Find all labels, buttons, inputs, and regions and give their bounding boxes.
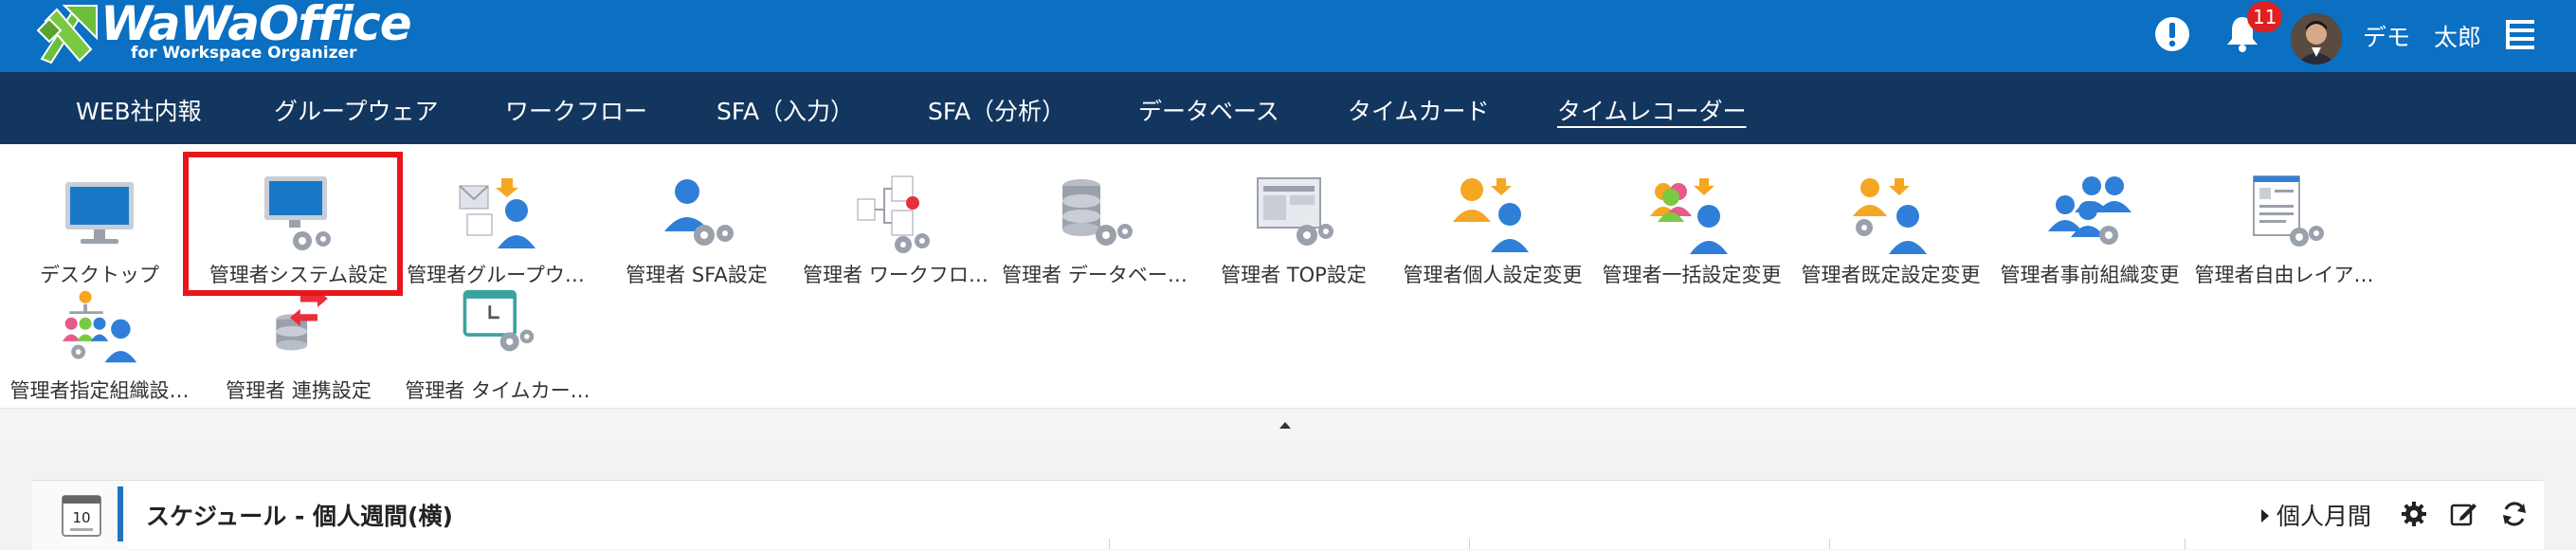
edit-icon[interactable] — [2449, 500, 2477, 528]
nav-item-database[interactable]: データベース — [1138, 93, 1279, 127]
nav-item-workflow[interactable]: ワークフロー — [505, 93, 647, 127]
refresh-icon[interactable] — [2500, 500, 2529, 528]
user-name[interactable]: デモ 太郎 — [2363, 19, 2481, 53]
org-change-icon — [2048, 176, 2132, 245]
caret-up-icon[interactable] — [1279, 422, 1291, 429]
monthly-view-link[interactable]: 個人月間 — [2261, 498, 2371, 532]
calendar-icon: 10 — [62, 495, 101, 537]
avatar[interactable] — [2291, 13, 2342, 64]
card-accent-bar — [118, 486, 123, 541]
tile-admin-personal-settings[interactable]: 管理者個人設定変更 — [1393, 173, 1592, 286]
panel-collapse-bar[interactable] — [0, 408, 2576, 440]
monthly-view-label: 個人月間 — [2277, 503, 2372, 530]
app-header: WaWaOffice for Workspace Organizer 11 デモ… — [0, 0, 2576, 72]
tile-label: デスクトップ — [40, 264, 159, 286]
calendar-day: 10 — [72, 509, 90, 526]
tile-admin-org-designate[interactable]: 管理者指定組織設… — [0, 288, 199, 402]
workflow-admin-icon — [857, 175, 930, 253]
tile-label: 管理者 ワークフロ… — [803, 264, 989, 286]
tile-admin-org-change[interactable]: 管理者事前組織変更 — [1990, 173, 2189, 286]
nav-item-sfa-input[interactable]: SFA（入力） — [717, 93, 854, 127]
tile-admin-free-layout[interactable]: 管理者自由レイア… — [2185, 173, 2384, 286]
tile-label: 管理者個人設定変更 — [1403, 264, 1583, 286]
nav-item-timecard[interactable]: タイムカード — [1348, 93, 1490, 127]
sfa-admin-icon — [664, 179, 734, 246]
org-designate-icon — [62, 290, 137, 363]
tile-admin-groupware[interactable]: 管理者グループウ… — [396, 173, 595, 286]
app-logo[interactable]: WaWaOffice for Workspace Organizer — [36, 0, 425, 68]
tile-label: 管理者 データベー… — [1002, 264, 1188, 286]
nav-item-web-news[interactable]: WEB社内報 — [76, 93, 202, 127]
tile-admin-database[interactable]: 管理者 データベー… — [995, 173, 1194, 286]
gear-icon[interactable] — [2400, 500, 2428, 528]
logo-subtitle: for Workspace Organizer — [131, 44, 357, 63]
bulk-settings-icon — [1650, 178, 1728, 254]
timecard-admin-icon — [463, 289, 535, 352]
caret-right-icon — [2261, 509, 2269, 522]
tile-admin-timecard[interactable]: 管理者 タイムカー… — [398, 288, 597, 402]
tile-label: 管理者 TOP設定 — [1221, 264, 1367, 286]
monitor-icon — [65, 182, 134, 244]
tile-label: 管理者 SFA設定 — [626, 264, 768, 286]
grid-divider — [1469, 539, 1470, 549]
tile-admin-default-settings[interactable]: 管理者既定設定変更 — [1791, 173, 1990, 286]
grid-divider — [1829, 539, 1830, 549]
personal-settings-icon — [1453, 178, 1529, 252]
alert-icon[interactable] — [2153, 15, 2191, 53]
tile-label: 管理者自由レイア… — [2194, 264, 2374, 286]
tile-admin-workflow[interactable]: 管理者 ワークフロ… — [796, 173, 995, 286]
groupware-admin-icon — [459, 178, 535, 248]
avatar-photo-icon — [2291, 13, 2342, 64]
selection-highlight — [183, 152, 403, 296]
notification-badge: 11 — [2247, 2, 2283, 32]
free-layout-icon — [2253, 175, 2324, 247]
tile-admin-top-settings[interactable]: 管理者 TOP設定 — [1194, 173, 1393, 286]
tile-admin-integration[interactable]: 管理者 連携設定 — [199, 288, 398, 402]
tile-label: 管理者既定設定変更 — [1801, 264, 1981, 286]
schedule-card: 10 スケジュール - 個人週間(横) 個人月間 — [32, 480, 2544, 550]
top-settings-icon — [1257, 177, 1333, 246]
default-settings-icon — [1853, 178, 1927, 254]
tile-label: 管理者一括設定変更 — [1602, 264, 1782, 286]
nav-item-groupware[interactable]: グループウェア — [274, 93, 439, 127]
nav-item-timerecorder[interactable]: タイムレコーダー — [1557, 93, 1747, 127]
hamburger-menu-icon[interactable] — [2502, 16, 2538, 52]
schedule-title: スケジュール - 個人週間(横) — [146, 503, 453, 530]
logo-mark-icon — [36, 5, 98, 64]
tile-label: 管理者グループウ… — [407, 264, 585, 286]
tile-label: 管理者指定組織設… — [9, 379, 190, 402]
tile-desktop[interactable]: デスクトップ — [0, 173, 199, 286]
tile-label: 管理者 連携設定 — [226, 379, 372, 402]
tile-label: 管理者事前組織変更 — [2000, 264, 2180, 286]
grid-divider — [2185, 539, 2186, 549]
tile-label: 管理者 タイムカー… — [405, 379, 590, 402]
grid-divider — [1109, 539, 1110, 549]
tile-admin-bulk-settings[interactable]: 管理者一括設定変更 — [1592, 173, 1791, 286]
integration-icon — [276, 289, 328, 351]
tile-admin-sfa[interactable]: 管理者 SFA設定 — [597, 173, 796, 286]
main-nav: WEB社内報 グループウェア ワークフロー SFA（入力） SFA（分析） デー… — [0, 72, 2576, 144]
nav-item-sfa-analysis[interactable]: SFA（分析） — [928, 93, 1065, 127]
card-header-icon-area: 10 — [32, 481, 127, 550]
database-admin-icon — [1062, 179, 1133, 246]
